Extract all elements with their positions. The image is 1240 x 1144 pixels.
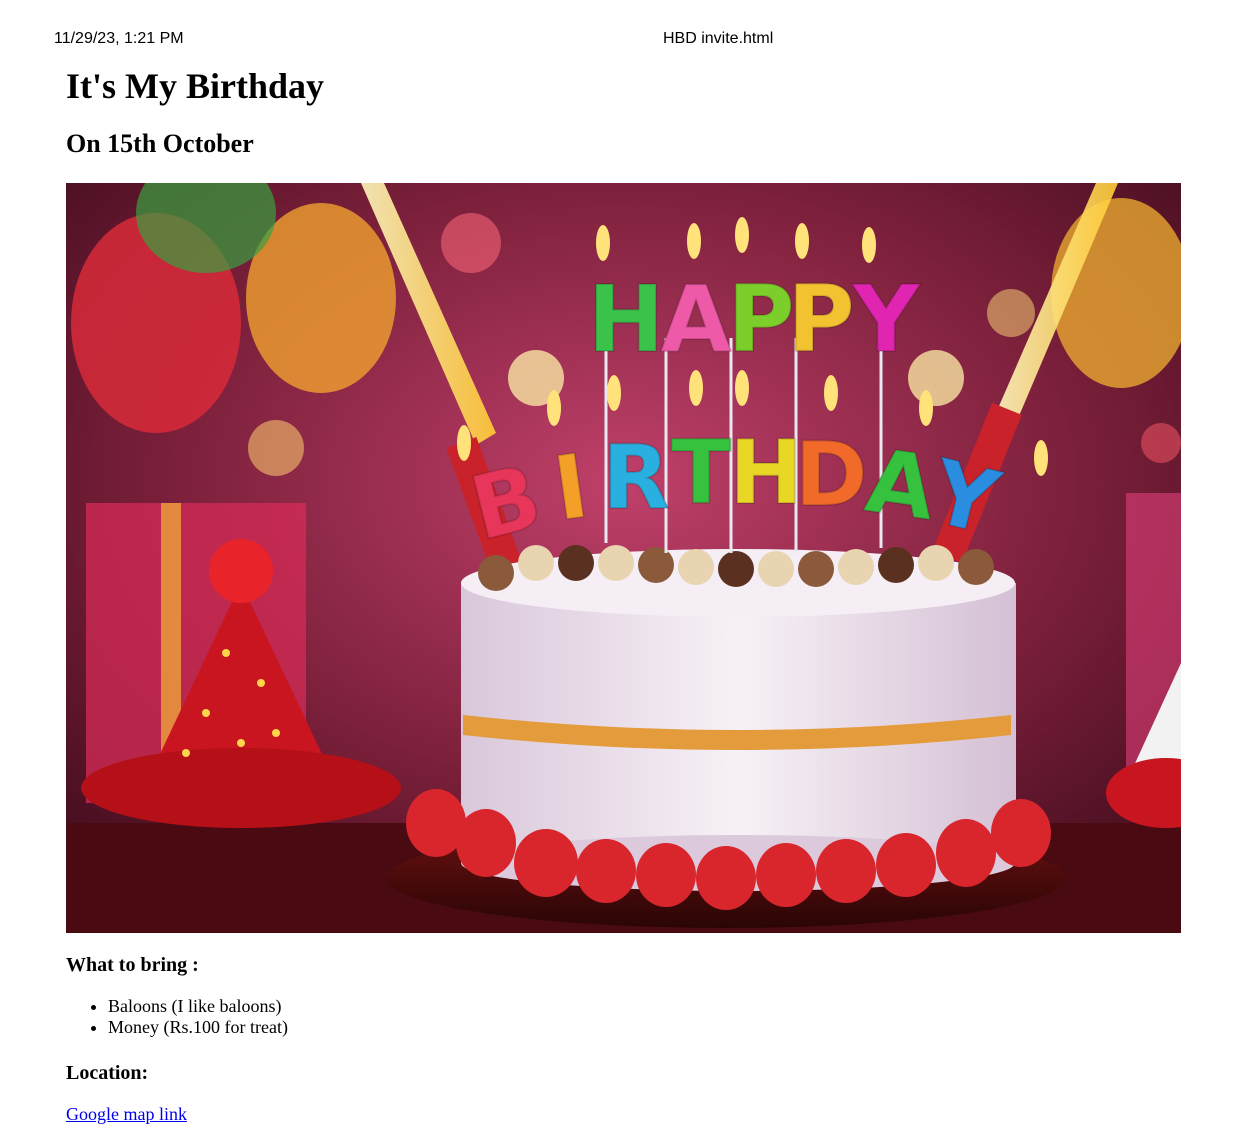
candle-letter: H xyxy=(588,266,665,373)
print-header: 11/29/23, 1:21 PM HBD invite.html xyxy=(54,30,1186,50)
google-map-link[interactable]: Google map link xyxy=(66,1103,187,1125)
candle-letter: P xyxy=(727,266,794,373)
list-item: Baloons (I like baloons) xyxy=(108,996,288,1017)
birthday-cake-image: H A P P Y B I R T H D A Y xyxy=(66,183,1181,933)
list-item: Money (Rs.100 for treat) xyxy=(108,1017,288,1038)
page-title: It's My Birthday xyxy=(66,66,325,106)
candle-happy-row: H A P P Y xyxy=(587,265,922,374)
candle-letter: R xyxy=(602,426,670,529)
bring-heading: What to bring : xyxy=(66,954,199,976)
print-page-title: HBD invite.html xyxy=(663,30,774,47)
location-heading: Location: xyxy=(66,1062,149,1084)
candle-letter: A xyxy=(660,266,731,373)
candle-letter: D xyxy=(794,423,867,526)
bring-list: Baloons (I like baloons) Money (Rs.100 f… xyxy=(66,996,288,1038)
candle-letter: H xyxy=(729,421,803,524)
candle-letter: Y xyxy=(852,266,921,373)
candle-letter: T xyxy=(671,421,731,524)
page-subtitle: On 15th October xyxy=(66,129,254,158)
print-datetime: 11/29/23, 1:21 PM xyxy=(54,30,184,47)
candle-letter: P xyxy=(787,266,854,373)
